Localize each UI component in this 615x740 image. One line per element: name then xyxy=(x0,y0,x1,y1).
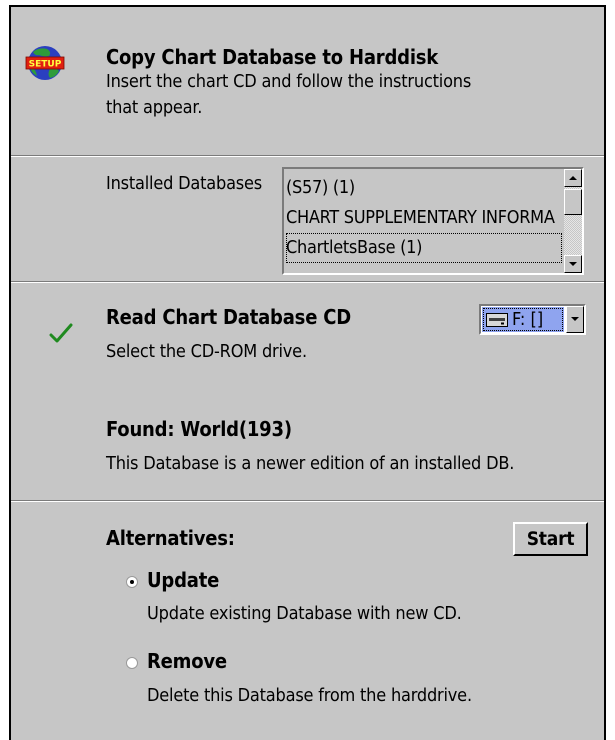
setup-dialog: SETUP Copy Chart Database to Harddisk In… xyxy=(9,5,606,740)
remove-radio[interactable] xyxy=(126,657,138,669)
found-database-title: Found: World(193) xyxy=(106,417,292,441)
remove-option-description: Delete this Database from the harddrive. xyxy=(147,685,472,706)
update-option-label[interactable]: Update xyxy=(147,568,219,592)
list-item[interactable]: ChartletsBase (1) xyxy=(286,233,562,263)
arrow-down-icon xyxy=(569,262,577,266)
divider xyxy=(11,281,604,283)
drive-select-dropdown-button[interactable] xyxy=(566,306,584,333)
arrow-up-icon xyxy=(569,176,577,180)
remove-option-label[interactable]: Remove xyxy=(147,649,227,673)
scroll-thumb[interactable] xyxy=(564,189,582,215)
read-section-title: Read Chart Database CD xyxy=(106,305,352,329)
divider xyxy=(11,155,604,157)
drive-select[interactable]: F: [] xyxy=(479,304,586,335)
copy-section-description-line1: Insert the chart CD and follow the instr… xyxy=(106,71,472,92)
alternatives-title: Alternatives: xyxy=(106,526,235,550)
copy-section-description-line2: that appear. xyxy=(106,97,203,118)
drive-icon xyxy=(486,313,508,327)
start-button[interactable]: Start xyxy=(513,522,588,556)
setup-icon-label: SETUP xyxy=(29,60,62,70)
drive-select-label: F: [] xyxy=(512,309,544,330)
scroll-down-button[interactable] xyxy=(564,255,582,273)
update-radio[interactable] xyxy=(126,576,138,588)
vertical-scrollbar[interactable] xyxy=(564,169,582,273)
scroll-up-button[interactable] xyxy=(564,169,582,187)
installed-databases-list[interactable]: (S57) (1) CHART SUPPLEMENTARY INFORMA Ch… xyxy=(282,167,584,275)
copy-section-title: Copy Chart Database to Harddisk xyxy=(106,45,439,69)
installed-databases-label: Installed Databases xyxy=(106,173,263,194)
setup-globe-icon: SETUP xyxy=(25,43,65,83)
drive-select-value[interactable]: F: [] xyxy=(482,307,564,332)
list-item[interactable]: (S57) (1) xyxy=(286,173,562,203)
chevron-down-icon xyxy=(571,317,579,321)
update-option-description: Update existing Database with new CD. xyxy=(147,603,462,624)
checkmark-icon xyxy=(49,322,73,346)
list-item[interactable]: CHART SUPPLEMENTARY INFORMA xyxy=(286,203,562,233)
found-database-description: This Database is a newer edition of an i… xyxy=(106,453,515,474)
divider xyxy=(11,500,604,502)
read-section-description: Select the CD-ROM drive. xyxy=(106,341,307,362)
